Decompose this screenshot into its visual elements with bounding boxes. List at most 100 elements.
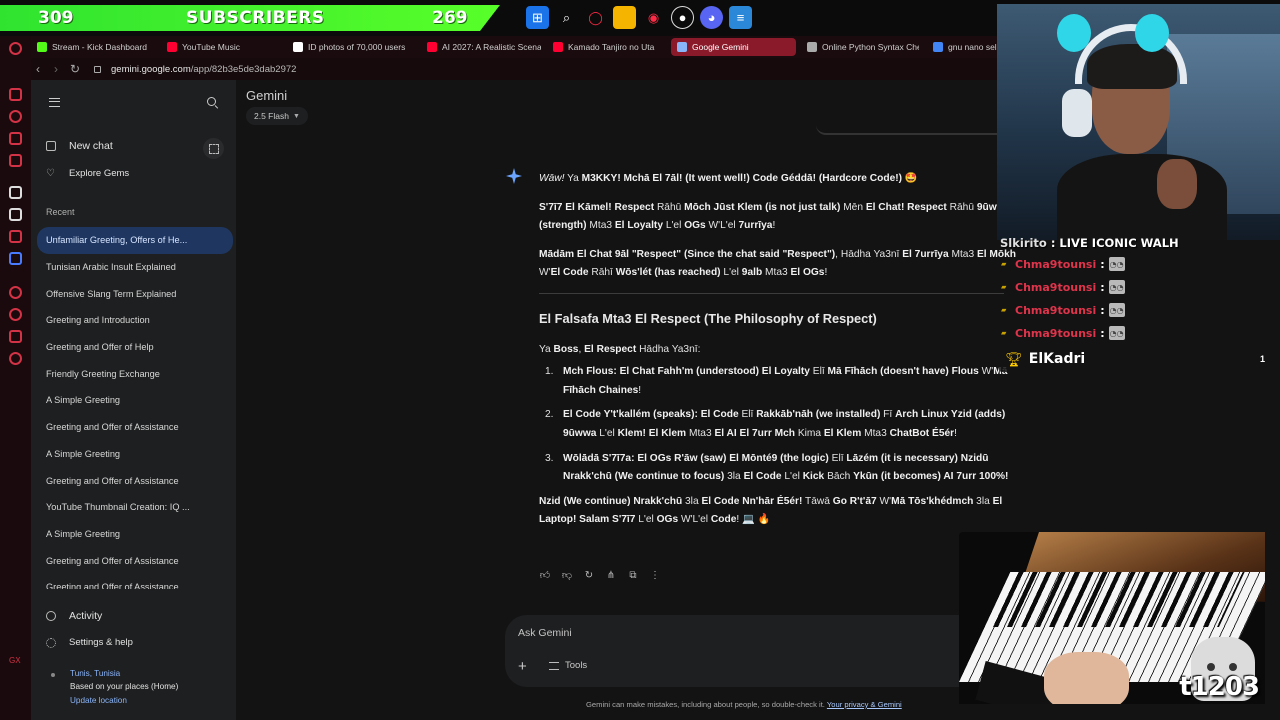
tools-button[interactable]: Tools [549,660,587,671]
extensions-icon[interactable] [9,330,22,343]
response-text: W'L'el [705,220,739,232]
gx-logo-icon[interactable]: GX [9,656,21,669]
response-text: Mādām El Chat 9āl "Respect" (Since the c… [539,248,836,260]
browser-tab[interactable]: Stream - Kick Dashboard [31,38,151,56]
youtube-icon[interactable] [9,230,22,243]
hamburger-menu-icon[interactable] [49,98,60,107]
browser-tab[interactable]: ID photos of 70,000 users [287,38,413,56]
browser-tab[interactable]: Google Gemini [671,38,796,56]
settings-gear-icon[interactable] [9,352,22,365]
windows-icon[interactable]: ⊞ [526,6,549,29]
response-text: Hādha Ya3nī: [636,343,701,355]
location-basis: Based on your places (Home) [70,682,179,691]
response-text: El 7urrīya [902,248,949,260]
url-field[interactable]: gemini.google.com/app/82b3e5de3dab2972 [111,64,296,75]
browser-tab[interactable]: Kamado Tanjiro no Uta [547,38,665,56]
notepad-icon[interactable]: ≡ [729,6,752,29]
browser-tab[interactable]: Online Python Syntax Che [801,38,919,56]
recent-chat-item[interactable]: Greeting and Offer of Assistance [37,414,233,441]
history-icon[interactable] [9,286,22,299]
edit-icon [46,141,56,151]
search-icon[interactable]: ⌕ [555,6,578,29]
response-text: Rāhū [654,201,685,213]
explore-gems-button[interactable]: ♡ Explore Gems [46,168,129,179]
tab-favicon-icon [553,42,563,52]
clock-icon[interactable] [9,308,22,321]
copy-icon[interactable]: ⧉ [627,570,639,582]
obs-icon[interactable]: ● [671,6,694,29]
recent-chat-item[interactable]: A Simple Greeting [37,521,233,548]
reload-icon[interactable]: ↻ [70,62,80,76]
response-paragraph: Wāw! Ya M3KKY! Mchā El 7āl! (It went wel… [539,170,1019,189]
more-options-icon[interactable]: ⋮ [649,570,661,582]
webcam-overlay [997,4,1280,240]
game-controller-icon[interactable] [9,88,22,101]
headphones [1075,24,1187,84]
location-city: Tunis, Tunisia [70,669,121,678]
piano-video-overlay: t1203 [959,532,1265,704]
response-text: El Loyalty [614,220,663,232]
activity-button[interactable]: Activity [46,610,102,622]
recent-chat-item[interactable]: Offensive Slang Term Explained [37,280,233,307]
browser-tab[interactable]: YouTube Music [161,38,279,56]
x-icon[interactable] [9,208,22,221]
streamer-body [1057,154,1227,240]
response-text: El Code [550,267,589,279]
new-chat-button[interactable]: New chat [46,140,113,152]
settings-gear-icon [46,637,56,648]
prompt-input[interactable]: Ask Gemini [518,627,572,639]
forward-arrow-icon[interactable]: › [54,62,58,76]
opera-gx-icon[interactable]: ◯ [584,6,607,29]
response-text: Nzid (We continue) Nrakk'chū [539,495,683,507]
response-text: Mēn [840,201,866,213]
speed-icon[interactable] [9,110,22,123]
chat-separator: : [1100,326,1105,340]
back-arrow-icon[interactable]: ‹ [36,62,40,76]
regenerate-icon[interactable]: ↻ [583,570,595,582]
maps-pin-icon[interactable]: ◉ [642,6,665,29]
cat-emote-icon: ◔◔ [1108,303,1125,317]
recent-chat-item[interactable]: Greeting and Introduction [37,307,233,334]
response-text: Wōlādā S'7ī7a: El OGs R'āw (saw) El Mōnt… [563,452,829,464]
tab-label: Google Gemini [692,42,749,52]
response-text: ! [824,267,828,279]
recent-chat-item[interactable]: Greeting and Offer of Assistance [37,574,233,589]
recent-chat-item[interactable]: YouTube Thumbnail Creation: IQ ... [37,494,233,521]
settings-help-button[interactable]: Settings & help [46,637,133,648]
recent-chat-item[interactable]: A Simple Greeting [37,441,233,468]
chat-user: Chma9tounsi [1015,326,1097,340]
plus-icon[interactable]: + [518,659,527,674]
headphone-cup [1062,89,1092,137]
temporary-chat-icon[interactable] [203,138,224,159]
shield-icon[interactable] [9,252,22,265]
thumbs-up-icon[interactable]: 👍︎ [539,570,551,582]
recent-chat-item[interactable]: Greeting and Offer of Assistance [37,467,233,494]
recent-chat-item[interactable]: A Simple Greeting [37,387,233,414]
twitch-icon[interactable] [9,132,22,145]
subscriber-banner: 309 SUBSCRIBERS 269 [0,5,500,31]
response-text: Go R't'ā7 [832,495,877,507]
recent-chat-item[interactable]: Unfamiliar Greeting, Offers of He... [37,227,233,254]
subscriber-count-right: 269 [432,8,468,28]
response-text: El Code Nn'hār É5ér! [701,495,803,507]
recent-chat-item[interactable]: Friendly Greeting Exchange [37,360,233,387]
privacy-link[interactable]: Your privacy & Gemini [827,700,902,709]
chat-message: ▰ Chma9tounsi : ◔◔ [1001,326,1125,340]
opera-menu-icon[interactable] [9,42,22,55]
discord-icon[interactable]: ◕ [700,6,723,29]
model-selector[interactable]: 2.5 Flash ▼ [246,107,308,125]
search-icon[interactable] [207,97,216,106]
model-response: Wāw! Ya M3KKY! Mchā El 7āl! (It went wel… [539,170,1019,540]
share-icon[interactable]: ⋔ [605,570,617,582]
recent-chat-item[interactable]: Greeting and Offer of Assistance [37,547,233,574]
recent-chat-item[interactable]: Tunisian Arabic Insult Explained [37,254,233,281]
update-location-link[interactable]: Update location [70,696,127,705]
response-text: 3la [724,471,744,483]
music-icon[interactable] [9,154,22,167]
thumbs-down-icon[interactable]: 👎︎ [561,570,573,582]
disclaimer-text: Gemini can make mistakes, including abou… [586,700,825,709]
kick-icon[interactable] [9,186,22,199]
file-explorer-icon[interactable] [613,6,636,29]
browser-tab[interactable]: AI 2027: A Realistic Scena [421,38,541,56]
recent-chat-item[interactable]: Greeting and Offer of Help [37,334,233,361]
